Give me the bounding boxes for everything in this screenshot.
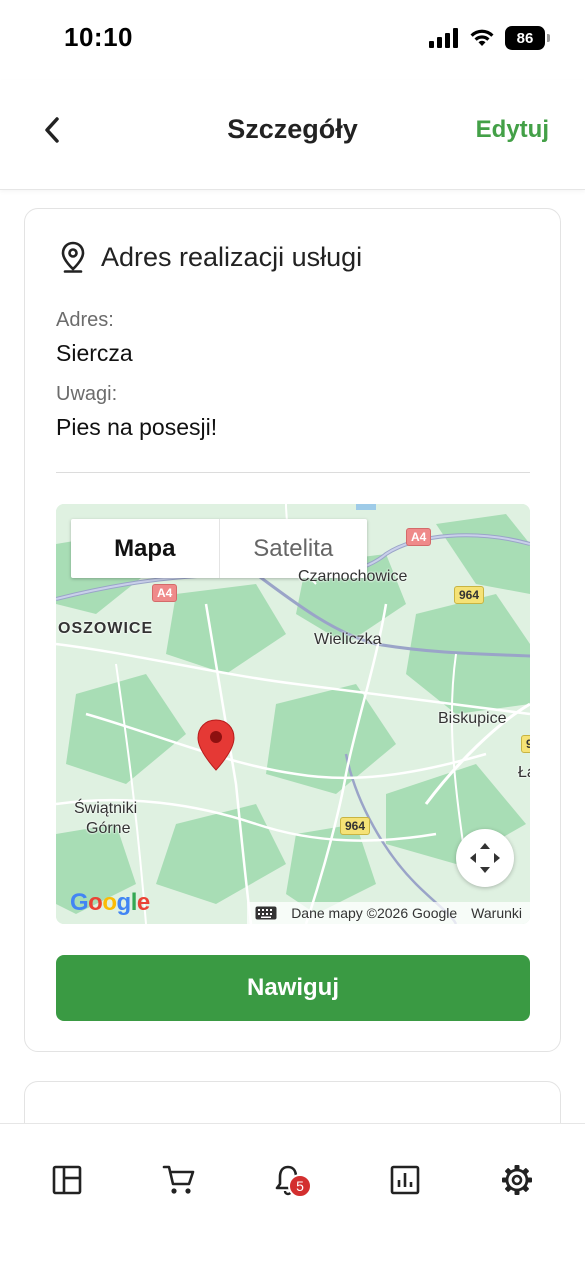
google-logo: Google [70, 889, 150, 916]
road-badge-a4: A4 [406, 528, 432, 546]
nav-dashboard[interactable] [47, 1160, 87, 1200]
place-label: OSZOWICE [58, 620, 154, 637]
location-pin-icon [61, 241, 85, 273]
place-label: Czarnochowice [298, 568, 408, 585]
place-label: Świątniki [74, 800, 138, 817]
nav-cart[interactable] [159, 1160, 199, 1200]
move-arrows-icon [470, 843, 500, 873]
chart-icon [390, 1165, 420, 1195]
map-data-credit[interactable]: Dane mapy ©2026 Google [291, 905, 457, 921]
address-card: Adres realizacji usługi Adres: Siercza U… [24, 208, 561, 1052]
nav-settings[interactable] [497, 1160, 537, 1200]
notes-value: Pies na posesji! [56, 414, 218, 440]
card-title: Adres realizacji usługi [101, 241, 363, 272]
map-attribution: Dane mapy ©2026 Google Warunki [247, 902, 530, 924]
location-marker-icon [197, 719, 235, 771]
edit-button[interactable]: Edytuj [476, 116, 549, 144]
keyboard-icon[interactable] [255, 906, 277, 920]
card-header: Adres realizacji usługi [59, 241, 362, 273]
navigate-button[interactable]: Nawiguj [56, 955, 530, 1021]
map-view[interactable]: Mapa Satelita Czarnochowice OSZOWICE Wie… [56, 504, 530, 924]
status-icons: 86 [429, 26, 550, 50]
notification-badge: 5 [288, 1174, 312, 1198]
nav-reports[interactable] [385, 1160, 425, 1200]
battery-indicator: 86 [505, 26, 550, 50]
address-value: Siercza [56, 340, 133, 366]
place-label: Górne [86, 820, 131, 837]
place-label: Biskupice [438, 710, 507, 727]
cart-icon [162, 1165, 195, 1194]
notes-label: Uwagi: [56, 383, 118, 405]
gear-icon [502, 1165, 532, 1195]
signal-icon [429, 28, 458, 48]
bottom-navigation: 5 [0, 1123, 585, 1266]
road-badge-964: 964 [454, 586, 485, 604]
dashboard-icon [52, 1165, 82, 1195]
road-badge-a4: A4 [152, 584, 178, 602]
map-marker[interactable] [196, 718, 236, 777]
place-label: Wieliczka [314, 631, 382, 648]
status-bar: 10:10 86 [0, 0, 585, 80]
status-time: 10:10 [64, 22, 133, 52]
nav-notifications[interactable]: 5 [268, 1160, 312, 1200]
recenter-button[interactable] [456, 829, 514, 887]
wifi-icon [470, 29, 494, 46]
terms-link[interactable]: Warunki [471, 905, 522, 921]
place-label: Łą [518, 764, 530, 781]
divider [56, 472, 530, 473]
address-label: Adres: [56, 309, 114, 331]
road-badge-964: 964 [340, 817, 371, 835]
road-badge-964: 9 [521, 735, 530, 753]
app-header: Szczegóły Edytuj [0, 80, 585, 190]
tab-map[interactable]: Mapa [71, 519, 220, 578]
